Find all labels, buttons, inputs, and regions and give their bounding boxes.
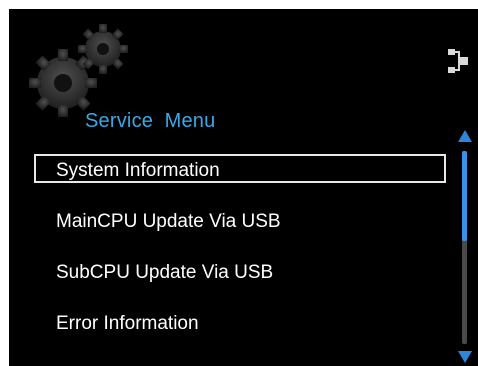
network-icon [448, 49, 468, 73]
scrollbar-track[interactable] [462, 151, 467, 344]
arrow-down-icon[interactable] [458, 351, 472, 363]
scrollbar-thumb[interactable] [462, 151, 467, 241]
menu-item-subcpu-update[interactable]: SubCPU Update Via USB [34, 256, 446, 285]
menu-item-system-information[interactable]: System Information [34, 154, 446, 183]
service-menu-screen: Service Menu System Information MainCPU … [9, 9, 478, 366]
menu-item-maincpu-update[interactable]: MainCPU Update Via USB [34, 205, 446, 234]
menu-list: System Information MainCPU Update Via US… [34, 154, 446, 358]
menu-title: Service Menu [85, 110, 216, 132]
arrow-up-icon[interactable] [458, 130, 472, 142]
menu-item-error-information[interactable]: Error Information [34, 307, 446, 336]
